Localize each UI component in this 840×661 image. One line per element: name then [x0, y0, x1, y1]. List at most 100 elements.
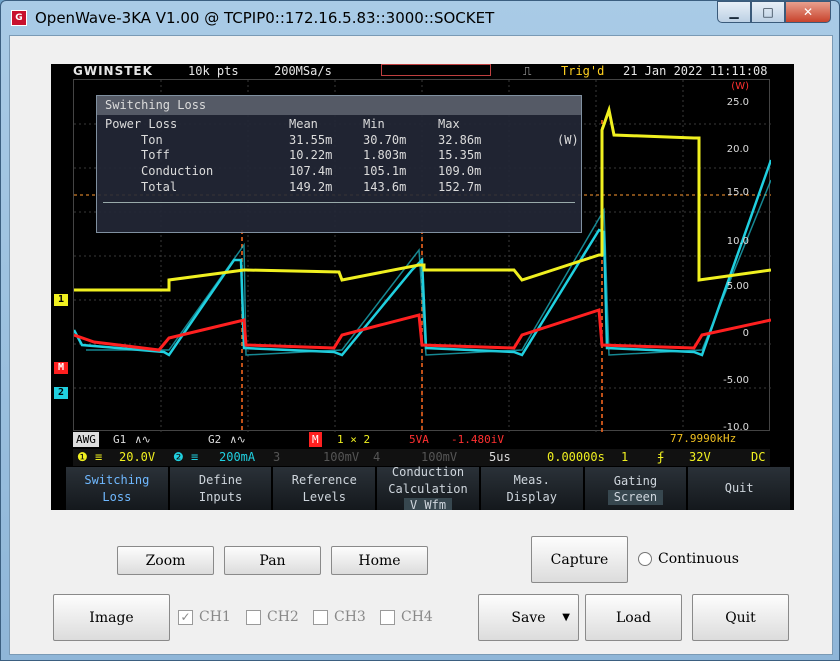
- ch2-icon: ❷ ≡: [173, 450, 199, 464]
- save-label: Save: [511, 609, 546, 626]
- load-button[interactable]: Load: [585, 594, 682, 641]
- ch1-label: CH1: [199, 609, 231, 625]
- softkey-label: Loss: [102, 489, 132, 504]
- maximize-button[interactable]: □: [751, 1, 785, 23]
- softkey-sub-value: V Wfm: [403, 498, 453, 510]
- softkey-sub-value: Screen: [607, 489, 664, 505]
- scope-status-row-1: AWG G1 ∧∿ G2 ∧∿ M 1 × 2 5VA -1.480iV: [73, 432, 538, 447]
- row-mean: 107.4m: [289, 164, 333, 178]
- header-power-loss: Power Loss: [105, 117, 178, 131]
- ch2-scale: 200mA: [219, 450, 256, 464]
- right-axis-unit: (W): [731, 81, 749, 92]
- row-mean: 149.2m: [289, 180, 333, 194]
- points-readout: 10k pts: [188, 64, 239, 78]
- home-button[interactable]: Home: [331, 546, 428, 575]
- panel-title: Switching Loss: [97, 96, 581, 115]
- right-axis-tick: 10.0: [726, 236, 749, 247]
- softkey-switching-loss[interactable]: Switching Loss: [66, 467, 168, 510]
- ch4-checkbox[interactable]: CH4: [380, 609, 433, 625]
- scope-display[interactable]: GWINSTEK 10k pts 200MSa/s ⎍ Trig'd 21 Ja…: [51, 64, 794, 510]
- frequency-readout: 77.9990kHz: [670, 432, 737, 445]
- ch3-scale: 100mV: [323, 450, 360, 464]
- timebase: 5us: [489, 450, 511, 464]
- row-mean: 31.55m: [289, 133, 333, 147]
- softkey-conduction-calculation[interactable]: Conduction Calculation V Wfm: [377, 465, 479, 510]
- row-name: Ton: [141, 133, 163, 147]
- softkey-label: Calculation: [388, 482, 468, 496]
- ch2-check-box: [246, 609, 261, 625]
- close-button[interactable]: ✕: [785, 1, 831, 23]
- softkey-meas-display[interactable]: Meas. Display: [480, 467, 583, 510]
- math-marker[interactable]: M: [54, 362, 68, 374]
- row-max: 32.86m: [438, 133, 482, 147]
- trigger-position-box: [381, 64, 491, 76]
- minimize-button[interactable]: ▁: [717, 1, 751, 23]
- row-unit: (W): [557, 133, 579, 147]
- math-badge: M: [309, 432, 322, 447]
- continuous-label: Continuous: [658, 551, 739, 567]
- dropdown-arrow-icon[interactable]: ▼: [562, 612, 570, 623]
- softkey-label: Switching: [84, 472, 150, 487]
- row-mean: 10.22m: [289, 148, 333, 162]
- capture-button[interactable]: Capture: [531, 536, 628, 583]
- softkey-reference-levels[interactable]: Reference Levels: [273, 467, 376, 510]
- sample-rate-readout: 200MSa/s: [274, 64, 332, 78]
- brand-logo: GWINSTEK: [73, 64, 153, 78]
- ch2-label: CH2: [267, 609, 299, 625]
- trigger-slope-icon: ʄ: [657, 450, 665, 464]
- ch2-marker[interactable]: 2: [54, 387, 68, 399]
- trigger-channel: 1: [621, 450, 629, 464]
- ch4-label: CH4: [401, 609, 433, 625]
- softkey-gating[interactable]: Gating Screen: [584, 467, 687, 510]
- panel-row-total: Total 149.2m 143.6m 152.7m: [97, 180, 583, 195]
- softkey-define-inputs[interactable]: Define Inputs: [169, 467, 272, 510]
- client-area: GWINSTEK 10k pts 200MSa/s ⎍ Trig'd 21 Ja…: [9, 35, 833, 655]
- panel-divider: [103, 202, 575, 203]
- ch4-check-box: [380, 609, 395, 625]
- pan-button[interactable]: Pan: [224, 546, 321, 575]
- header-min: Min: [363, 117, 385, 131]
- softkey-label: Inputs: [198, 489, 243, 504]
- continuous-option[interactable]: Continuous: [638, 551, 739, 567]
- row-min: 143.6m: [363, 180, 407, 194]
- app-icon: G: [11, 10, 27, 26]
- horizontal-position: 0.00000s: [547, 450, 605, 464]
- datetime-readout: 21 Jan 2022 11:11:08: [623, 64, 768, 78]
- continuous-radio[interactable]: [638, 552, 652, 566]
- row-max: 152.7m: [438, 180, 482, 194]
- zoom-button[interactable]: Zoom: [117, 546, 214, 575]
- save-button[interactable]: Save ▼: [478, 594, 579, 641]
- trigger-level: 32V: [689, 450, 711, 464]
- ch1-marker[interactable]: 1: [54, 294, 68, 306]
- softkey-label: Define: [198, 472, 243, 487]
- scope-top-bar: GWINSTEK 10k pts 200MSa/s ⎍ Trig'd 21 Ja…: [51, 64, 794, 78]
- row-min: 105.1m: [363, 164, 407, 178]
- math-scale: 5VA: [409, 433, 429, 446]
- right-axis-tick: -5.00: [723, 375, 749, 386]
- ch2-checkbox[interactable]: CH2: [246, 609, 299, 625]
- header-max: Max: [438, 117, 460, 131]
- right-axis-tick: 20.0: [726, 144, 749, 155]
- row-name: Toff: [141, 148, 170, 162]
- header-mean: Mean: [289, 117, 318, 131]
- quit-button[interactable]: Quit: [692, 594, 789, 641]
- ch1-checkbox[interactable]: ✓ CH1: [178, 609, 231, 625]
- row-name: Total: [141, 180, 178, 194]
- softkey-label: Conduction: [391, 465, 465, 479]
- switching-loss-panel: Switching Loss Power Loss Mean Min Max T…: [96, 95, 582, 233]
- softkey-label: Levels: [302, 489, 346, 504]
- softkey-quit[interactable]: Quit: [688, 467, 791, 510]
- image-button[interactable]: Image: [53, 594, 170, 641]
- softkey-label: Meas.: [513, 472, 550, 487]
- window-title: OpenWave-3KA V1.00 @ TCPIP0::172.16.5.83…: [35, 9, 495, 27]
- g1-label: G1: [113, 433, 127, 446]
- softkey-label: Quit: [724, 481, 754, 495]
- g2-wave-icon: ∧∿: [230, 433, 246, 446]
- title-bar[interactable]: G OpenWave-3KA V1.00 @ TCPIP0::172.16.5.…: [1, 1, 839, 35]
- ch3-checkbox[interactable]: CH3: [313, 609, 366, 625]
- math-offset: -1.480iV: [451, 433, 504, 446]
- trigger-edge-icon: ⎍: [523, 64, 532, 78]
- waveform-grid: Switching Loss Power Loss Mean Min Max T…: [73, 79, 771, 433]
- right-axis-tick: 25.0: [726, 97, 749, 108]
- g2-label: G2: [208, 433, 222, 446]
